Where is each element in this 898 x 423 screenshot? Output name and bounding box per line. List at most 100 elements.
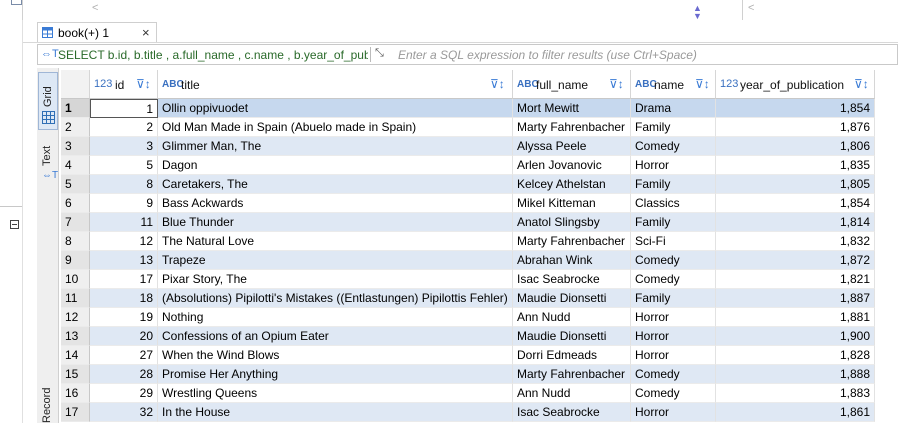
cell-title[interactable]: In the House <box>158 403 513 422</box>
cell-full-name[interactable]: Maudie Dionsetti <box>513 289 631 308</box>
filter-input[interactable]: Enter a SQL expression to filter results… <box>398 48 697 62</box>
cell-full-name[interactable]: Maudie Dionsetti <box>513 327 631 346</box>
table-row[interactable]: 4 5 Dagon Arlen Jovanovic Horror 1,835 <box>61 156 875 175</box>
cell-title[interactable]: Nothing <box>158 308 513 327</box>
cell-full-name[interactable]: Marty Fahrenbacher <box>513 365 631 384</box>
cell-title[interactable]: Bass Ackwards <box>158 194 513 213</box>
table-row[interactable]: 13 20 Confessions of an Opium Eater Maudie … <box>61 327 875 346</box>
cell-full-name[interactable]: Ann Nudd <box>513 384 631 403</box>
table-row[interactable]: 2 2 Old Man Made in Spain (Abuelo made in … <box>61 118 875 137</box>
cell-year-of-publication[interactable]: 1,876 <box>716 118 875 137</box>
cell-id[interactable]: 1 <box>90 99 158 118</box>
row-number[interactable]: 5 <box>61 175 90 194</box>
row-number[interactable]: 17 <box>61 403 90 422</box>
cell-id[interactable]: 8 <box>90 175 158 194</box>
cell-name[interactable]: Horror <box>631 403 716 422</box>
cell-name[interactable]: Comedy <box>631 384 716 403</box>
cell-id[interactable]: 9 <box>90 194 158 213</box>
row-number[interactable]: 1 <box>61 99 90 118</box>
cell-title[interactable]: (Absolutions) Pipilotti's Mistakes ((Ent… <box>158 289 513 308</box>
cell-title[interactable]: Dagon <box>158 156 513 175</box>
cell-year-of-publication[interactable]: 1,872 <box>716 251 875 270</box>
table-row[interactable]: 8 12 The Natural Love Marty Fahrenbacher Sci… <box>61 232 875 251</box>
cell-name[interactable]: Horror <box>631 346 716 365</box>
cell-title[interactable]: Glimmer Man, The <box>158 137 513 156</box>
row-number[interactable]: 6 <box>61 194 90 213</box>
cell-full-name[interactable]: Abrahan Wink <box>513 251 631 270</box>
cell-title[interactable]: Trapeze <box>158 251 513 270</box>
tab-grid[interactable]: Grid <box>38 72 58 130</box>
cell-year-of-publication[interactable]: 1,814 <box>716 213 875 232</box>
row-number[interactable]: 7 <box>61 213 90 232</box>
cell-name[interactable]: Family <box>631 289 716 308</box>
cell-year-of-publication[interactable]: 1,821 <box>716 270 875 289</box>
column-header-id[interactable]: 123 id ⊽↕ <box>90 70 158 99</box>
cell-full-name[interactable]: Mort Mewitt <box>513 99 631 118</box>
row-number[interactable]: 4 <box>61 156 90 175</box>
row-number[interactable]: 13 <box>61 327 90 346</box>
scroll-left-icon[interactable]: < <box>748 2 754 14</box>
cell-name[interactable]: Horror <box>631 327 716 346</box>
restore-panel-icon[interactable] <box>10 220 19 229</box>
cell-full-name[interactable]: Marty Fahrenbacher <box>513 118 631 137</box>
row-number[interactable]: 8 <box>61 232 90 251</box>
cell-full-name[interactable]: Arlen Jovanovic <box>513 156 631 175</box>
cell-title[interactable]: The Natural Love <box>158 232 513 251</box>
sort-arrows-icon[interactable]: ▲ ▼ <box>693 4 702 21</box>
table-row[interactable]: 10 17 Pixar Story, The Isac Seabrocke Comedy… <box>61 270 875 289</box>
table-row[interactable]: 7 11 Blue Thunder Anatol Slingsby Family 1,81… <box>61 213 875 232</box>
row-number[interactable]: 9 <box>61 251 90 270</box>
cell-id[interactable]: 19 <box>90 308 158 327</box>
cell-year-of-publication[interactable]: 1,835 <box>716 156 875 175</box>
cell-year-of-publication[interactable]: 1,887 <box>716 289 875 308</box>
cell-name[interactable]: Classics <box>631 194 716 213</box>
cell-title[interactable]: Pixar Story, The <box>158 270 513 289</box>
cell-year-of-publication[interactable]: 1,806 <box>716 137 875 156</box>
cell-full-name[interactable]: Marty Fahrenbacher <box>513 232 631 251</box>
table-row[interactable]: 3 3 Glimmer Man, The Alyssa Peele Comedy 1,80… <box>61 137 875 156</box>
cell-id[interactable]: 32 <box>90 403 158 422</box>
cell-year-of-publication[interactable]: 1,881 <box>716 308 875 327</box>
row-number[interactable]: 16 <box>61 384 90 403</box>
cell-full-name[interactable]: Kelcey Athelstan <box>513 175 631 194</box>
cell-name[interactable]: Family <box>631 118 716 137</box>
row-number[interactable]: 14 <box>61 346 90 365</box>
cell-id[interactable]: 27 <box>90 346 158 365</box>
cell-full-name[interactable]: Dorri Edmeads <box>513 346 631 365</box>
sql-query-text[interactable]: SELECT b.id, b.title , a.full_name , c.n… <box>58 48 368 62</box>
table-row[interactable]: 15 28 Promise Her Anything Marty Fahrenbach… <box>61 365 875 384</box>
column-header-year-of-publication[interactable]: 123 year_of_publication ⊽↕ <box>716 70 875 99</box>
cell-name[interactable]: Family <box>631 175 716 194</box>
table-row[interactable]: 16 29 Wrestling Queens Ann Nudd Comedy 1,883 <box>61 384 875 403</box>
table-row[interactable]: 1 1 Ollin oppivuodet Mort Mewitt Drama 1,854 <box>61 99 875 118</box>
cell-title[interactable]: Confessions of an Opium Eater <box>158 327 513 346</box>
table-row[interactable]: 6 9 Bass Ackwards Mikel Kitteman Classics 1,8… <box>61 194 875 213</box>
cell-title[interactable]: Ollin oppivuodet <box>158 99 513 118</box>
table-row[interactable]: 5 8 Caretakers, The Kelcey Athelstan Family 1… <box>61 175 875 194</box>
sort-filter-icon[interactable]: ⊽↕ <box>854 77 869 91</box>
cell-name[interactable]: Sci-Fi <box>631 232 716 251</box>
cell-year-of-publication[interactable]: 1,854 <box>716 99 875 118</box>
close-icon[interactable]: × <box>142 25 150 40</box>
cell-id[interactable]: 13 <box>90 251 158 270</box>
cell-year-of-publication[interactable]: 1,900 <box>716 327 875 346</box>
cell-name[interactable]: Family <box>631 213 716 232</box>
tab-record[interactable]: Record <box>38 368 58 423</box>
table-row[interactable]: 12 19 Nothing Ann Nudd Horror 1,881 <box>61 308 875 327</box>
row-number[interactable]: 10 <box>61 270 90 289</box>
cell-year-of-publication[interactable]: 1,883 <box>716 384 875 403</box>
cell-id[interactable]: 28 <box>90 365 158 384</box>
cell-name[interactable]: Comedy <box>631 365 716 384</box>
cell-id[interactable]: 3 <box>90 137 158 156</box>
tab-book-results[interactable]: book(+) 1 × <box>37 22 157 42</box>
cell-title[interactable]: Blue Thunder <box>158 213 513 232</box>
scroll-left-icon[interactable]: < <box>92 2 98 14</box>
cell-name[interactable]: Comedy <box>631 137 716 156</box>
cell-year-of-publication[interactable]: 1,888 <box>716 365 875 384</box>
cell-full-name[interactable]: Anatol Slingsby <box>513 213 631 232</box>
sort-filter-icon[interactable]: ⊽↕ <box>609 77 624 91</box>
cell-id[interactable]: 5 <box>90 156 158 175</box>
cell-name[interactable]: Comedy <box>631 270 716 289</box>
row-number[interactable]: 12 <box>61 308 90 327</box>
cell-id[interactable]: 29 <box>90 384 158 403</box>
